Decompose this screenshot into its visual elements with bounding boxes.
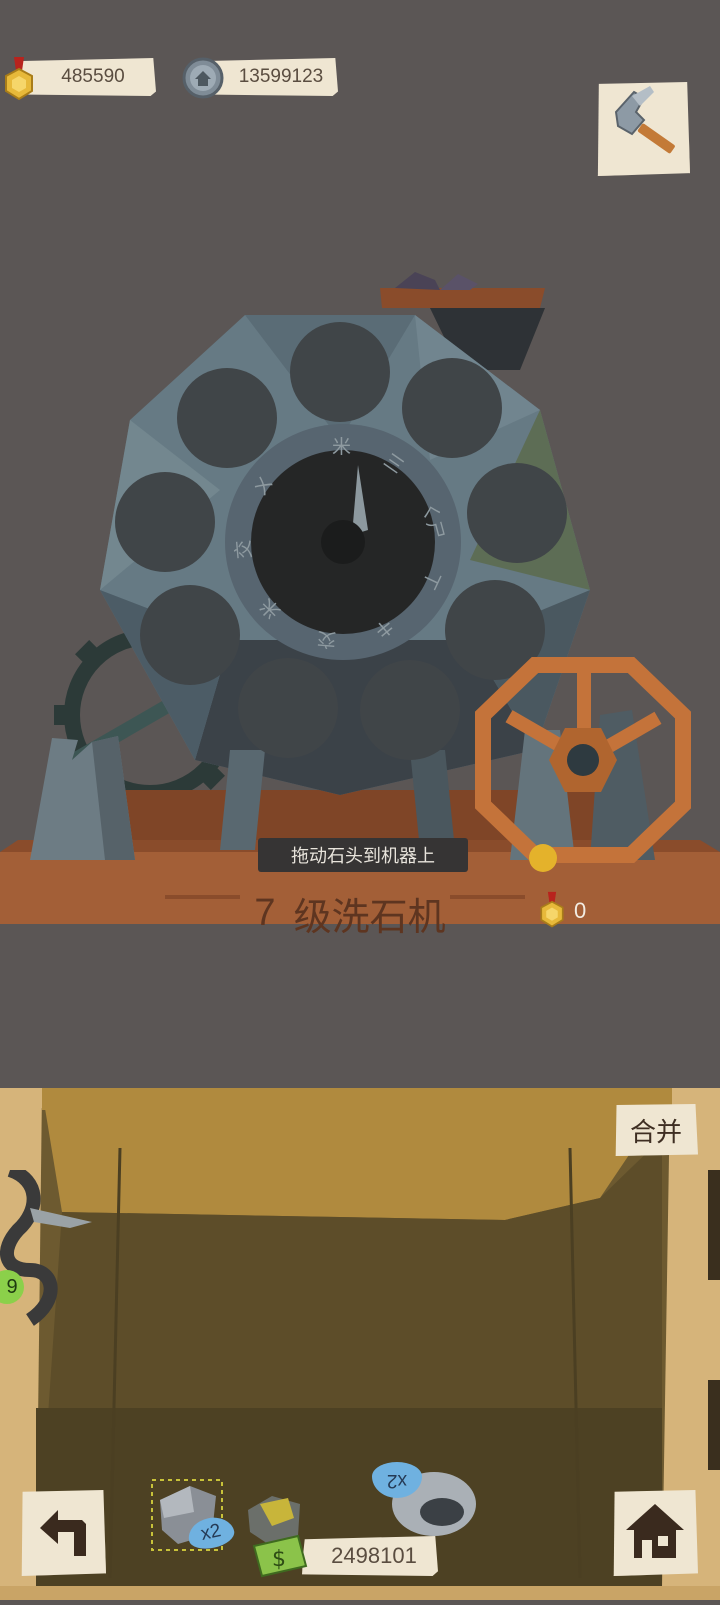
medal-icon	[540, 891, 564, 928]
home-button[interactable]	[613, 1490, 698, 1576]
coin-counter: 13599123	[182, 55, 342, 101]
bag-area	[0, 1062, 720, 1600]
cash-count-text: 2498101	[331, 1543, 417, 1568]
dial-glyph: ㄨ	[250, 472, 279, 501]
coin-counter-bg: 13599123	[204, 58, 338, 96]
dial-glyph: ㄒ	[417, 566, 445, 593]
coin-icon	[182, 57, 224, 99]
right-edge-rail	[708, 1170, 720, 1280]
machine-level-title: 7 级洗石机	[240, 888, 460, 939]
multiplier-text: x2	[198, 1520, 223, 1545]
cash-counter-bg: 2498101	[302, 1536, 438, 1576]
machine-level-number: 7	[254, 891, 276, 934]
dial-glyph: 交	[233, 538, 256, 560]
medal-counter-bg: 485590	[20, 58, 156, 96]
dial-glyph: 米	[256, 593, 286, 623]
medal-reward-count: 0	[574, 898, 587, 923]
coin-count-text: 13599123	[238, 66, 324, 87]
medal-count-text: 485590	[61, 66, 125, 87]
medal-icon	[2, 57, 36, 101]
cash-icon: $	[252, 1534, 308, 1578]
dial-glyph: 交	[316, 627, 338, 650]
dial-glyph: キ	[370, 613, 397, 642]
merge-button-label: 合并	[629, 1116, 682, 1147]
svg-text:$: $	[272, 1547, 286, 1572]
back-arrow-icon	[40, 1510, 86, 1556]
machine-medal-reward: 0	[538, 890, 608, 930]
multiplier-text: x2	[386, 1470, 408, 1491]
drag-hint-text: 拖动石头到机器上	[291, 846, 435, 866]
merge-button[interactable]: 合并	[615, 1104, 698, 1156]
ore-item-gray[interactable]: x2	[150, 1478, 240, 1558]
medal-counter: 485590	[0, 55, 160, 101]
bag-rim	[42, 1088, 672, 1110]
machine-name: 级洗石机	[293, 896, 446, 939]
dial-glyph: ㄑㄕ	[417, 499, 448, 543]
dial-glyph-ring: 米 三 ㄑㄕ ㄒ キ 交 米 交 ㄨ	[225, 424, 461, 660]
right-edge-rail	[708, 1380, 720, 1470]
side-hook[interactable]: 9	[0, 1163, 92, 1350]
back-button[interactable]	[21, 1490, 106, 1576]
pickaxe-icon	[614, 86, 675, 154]
dial-glyph: 米	[332, 437, 352, 458]
drag-hint: 拖动石头到机器上	[258, 838, 468, 872]
side-badge-text: 9	[6, 1275, 18, 1298]
dial-glyph: 三	[379, 450, 408, 479]
ore-item-blue[interactable]: x2	[372, 1460, 482, 1540]
pickaxe-button[interactable]	[597, 82, 690, 176]
home-icon	[626, 1504, 684, 1558]
